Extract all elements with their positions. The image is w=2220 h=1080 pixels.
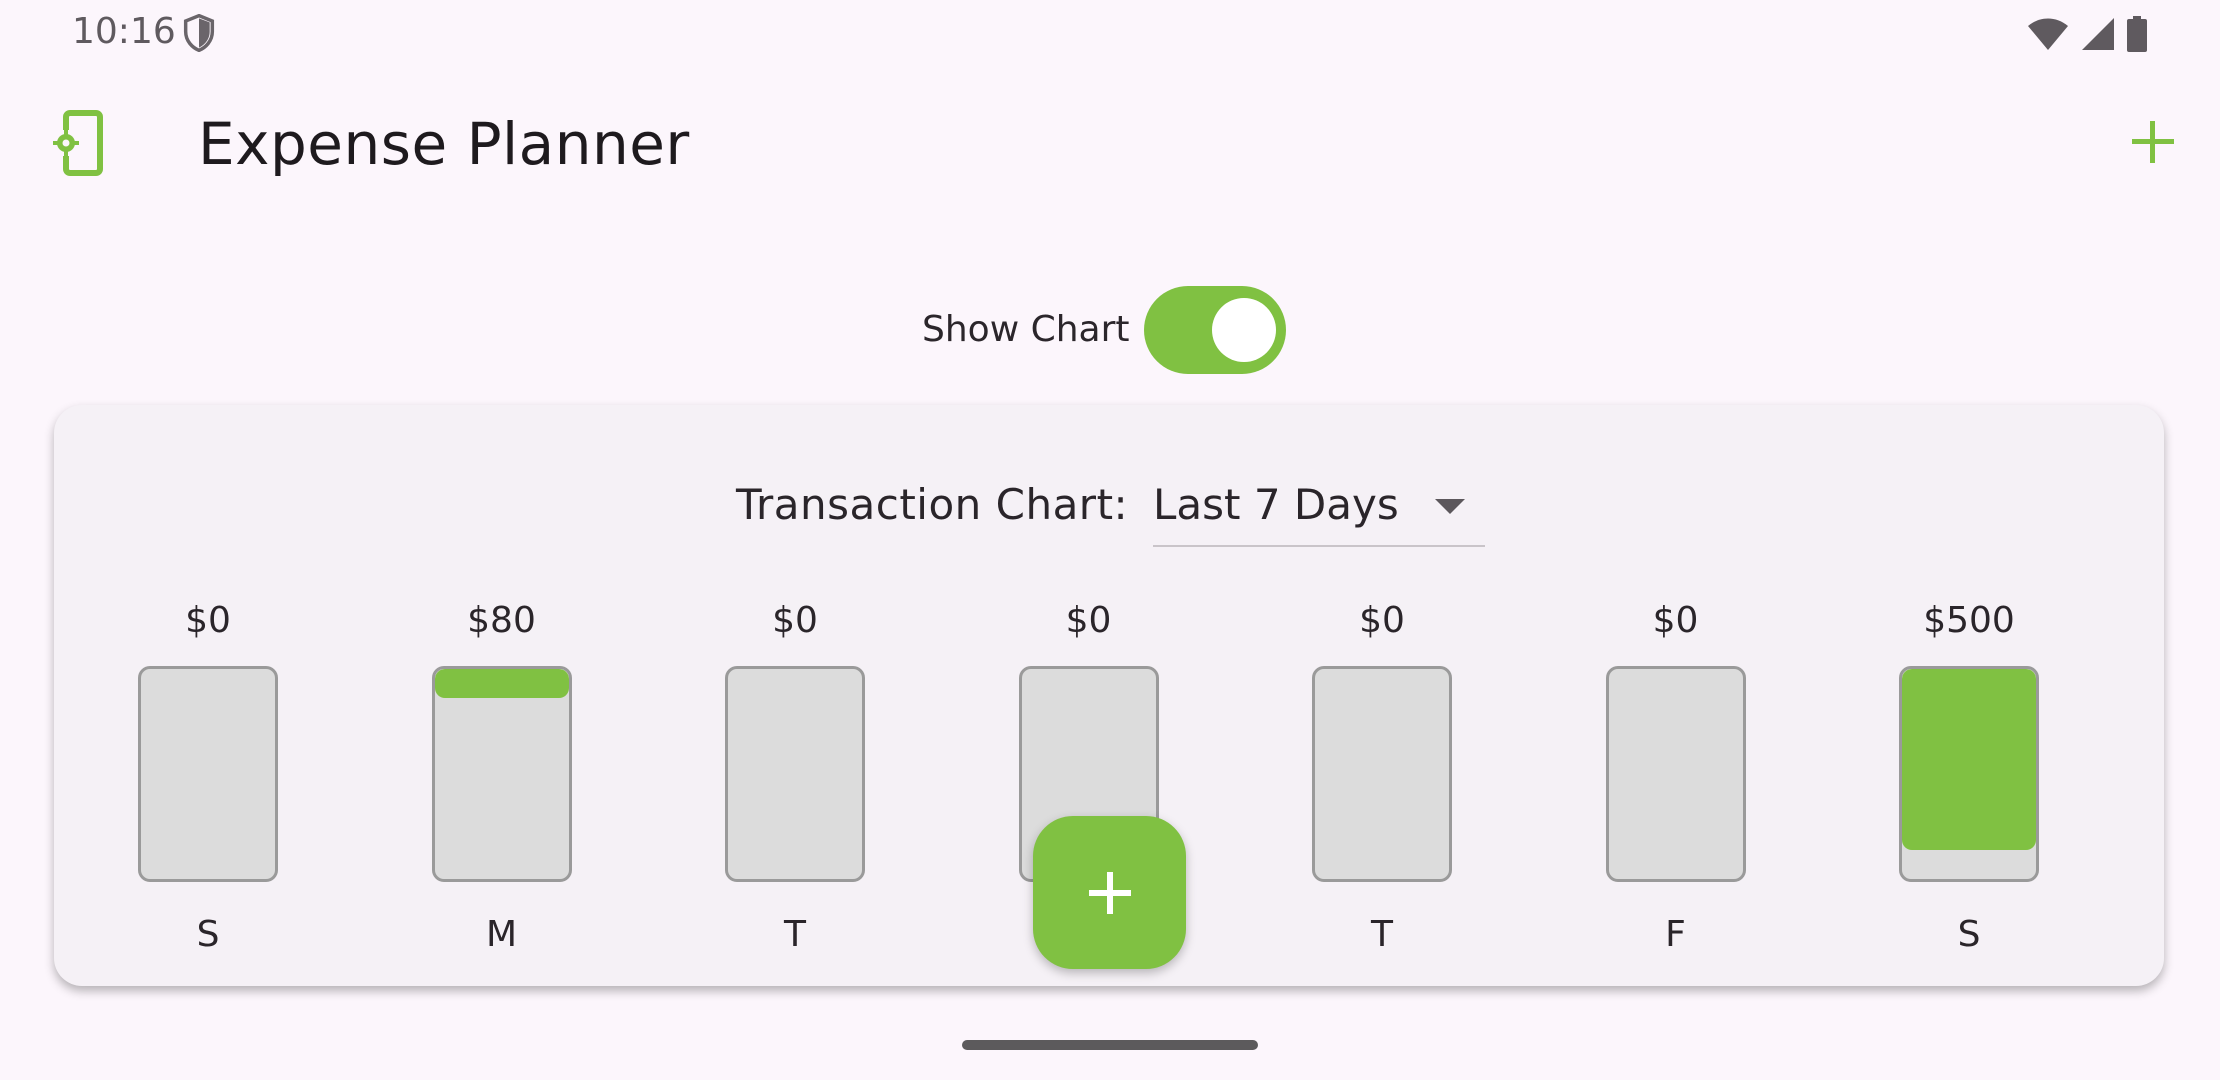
bar-amount-label: $0 [185,600,231,641]
add-transaction-button[interactable] [1033,816,1186,969]
shield-icon [183,14,215,52]
bar-amount-label: $0 [1359,600,1405,641]
app-title: Expense Planner [198,110,690,178]
bar-day-label: M [485,914,518,955]
status-time: 10:16 [72,11,176,52]
bar-track [431,666,572,882]
bar-fill [1902,669,2036,850]
bar-column: $0 S [128,405,288,986]
bar-amount-label: $0 [1652,600,1699,641]
bar-day-label: T [1371,914,1393,955]
bar-amount-label: $500 [1923,600,2015,641]
gesture-bar[interactable] [962,1040,1258,1050]
bar-day-label: F [1665,914,1686,955]
bar-column: $80 M [422,405,582,986]
bar-fill [434,669,569,698]
bar-day-label: T [784,914,806,955]
bar-track [138,666,278,882]
signal-icon [2082,18,2114,50]
bar-amount-label: $0 [772,600,818,641]
bar-column: $0 T [1302,405,1462,986]
add-icon[interactable] [2128,117,2178,167]
bar-track [725,666,865,882]
bar-track [1899,666,2039,882]
bar-column: $500 S [1889,405,2049,986]
bar-track [1605,666,1746,882]
show-chart-label: Show Chart [922,309,1130,350]
bar-track [1312,666,1452,882]
bar-amount-label: $0 [1065,600,1112,641]
bar-day-label: S [196,914,220,955]
settings-phone-icon[interactable] [52,110,104,176]
show-chart-switch[interactable] [1144,286,1286,374]
bar-amount-label: $80 [467,600,536,641]
plus-icon [1089,872,1131,914]
bar-day-label: S [1957,914,1981,955]
wifi-icon [2028,18,2068,50]
battery-icon [2127,16,2147,52]
bar-column: $0 T [715,405,875,986]
switch-knob[interactable] [1212,298,1276,362]
bar-column: $0 F [1596,405,1756,986]
status-icons [2026,14,2148,54]
screen: 10:16 Expense Planner Show Chart Transac… [0,0,2220,1080]
